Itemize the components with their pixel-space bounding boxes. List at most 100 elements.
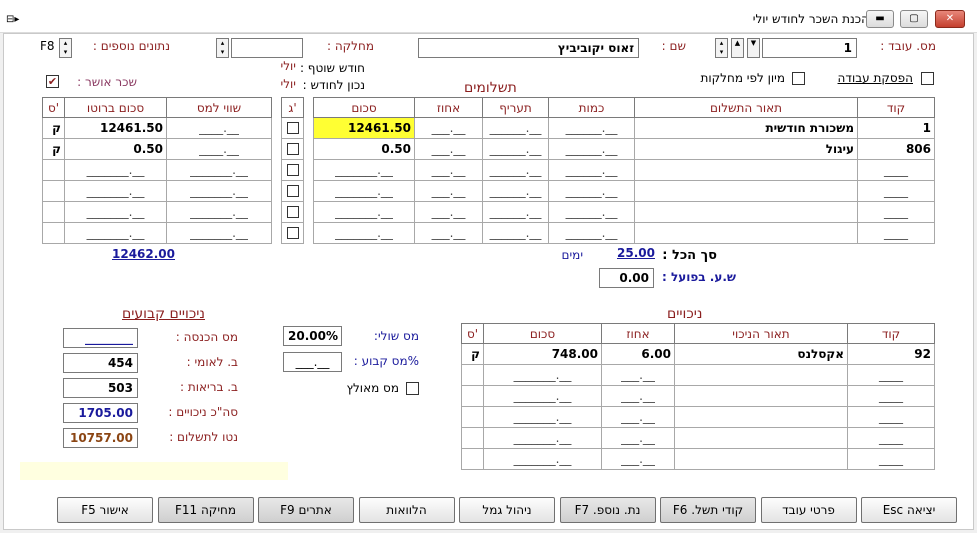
table-row[interactable]: _______.__ ___.__ ____ [461,427,935,449]
table-row[interactable]: _______.__ ___.__ ______.__ ______.__ ____ [313,159,935,181]
forced-tax-checkbox[interactable] [406,382,419,395]
table-row[interactable]: _______.__ ___.__ ____ [461,364,935,386]
s-cell[interactable] [461,427,484,449]
code-cell[interactable]: 806 [857,138,935,160]
pension-management-button[interactable]: ניהול גמל [459,497,555,523]
exit-button[interactable]: יציאה Esc [861,497,957,523]
extra-data-button[interactable]: נת. נוספ. F7 [559,497,656,523]
pct-cell[interactable]: ___.__ [414,117,483,139]
desc-cell[interactable] [674,427,848,449]
table-row[interactable]: _______.__ ___.__ ____ [461,406,935,428]
employee-no-input[interactable]: 1 [762,38,857,58]
marginal-tax-input[interactable]: 20.00% [283,326,342,346]
approved-wage-checkbox[interactable]: ✔ [46,75,59,88]
employee-spin-icon[interactable]: ▴ ▾ [715,38,728,58]
gross-cell[interactable]: 12461.50 [64,117,167,139]
desc-cell[interactable] [674,406,848,428]
qty-cell[interactable]: ______.__ [548,159,635,181]
tax-value-cell[interactable]: _______.__ [166,180,272,202]
table-row[interactable]: _______.__ ___.__ ____ [461,448,935,470]
code-cell[interactable]: 92 [847,343,935,365]
employee-up-icon[interactable]: ▲ [731,38,744,58]
desc-cell[interactable] [634,159,858,181]
rate-cell[interactable]: ______.__ [482,201,549,223]
gross-cell[interactable]: _______.__ [64,159,167,181]
tax-value-cell[interactable]: _______.__ [166,201,272,223]
pct-cell[interactable]: ___.__ [601,385,675,407]
code-cell[interactable]: 1 [857,117,935,139]
pct-cell[interactable]: ___.__ [601,427,675,449]
gross-cell[interactable]: 0.50 [64,138,167,160]
s-cell[interactable] [42,180,65,202]
g-checkbox[interactable] [286,206,299,218]
qty-cell[interactable]: ______.__ [548,117,635,139]
rate-cell[interactable]: ______.__ [482,117,549,139]
amount-cell[interactable]: 0.50 [313,138,415,160]
pct-cell[interactable]: 6.00 [601,343,675,365]
maximize-icon[interactable]: ▢ [900,10,928,28]
rate-cell[interactable]: ______.__ [482,180,549,202]
employee-details-button[interactable]: פרטי עובד [760,497,857,523]
sort-by-dept-checkbox[interactable] [792,72,805,85]
g-checkbox[interactable] [286,185,299,197]
s-cell[interactable] [461,364,484,386]
tax-value-cell[interactable]: _______.__ [166,222,272,244]
rate-cell[interactable]: ______.__ [482,159,549,181]
table-row[interactable]: _______.__ _______.__ [42,180,272,202]
amount-cell[interactable]: _______.__ [313,201,415,223]
table-row[interactable]: 12461.50 ___.__ ______.__ ______.__ משכורת ח… [313,117,935,139]
gross-cell[interactable]: _______.__ [64,180,167,202]
s-cell[interactable]: ק [42,117,65,139]
s-cell[interactable] [42,201,65,223]
desc-cell[interactable]: אקסלנס [674,343,848,365]
table-row[interactable]: _______.__ ___.__ ______.__ ______.__ ____ [313,201,935,223]
desc-cell[interactable] [674,364,848,386]
s-cell[interactable] [42,159,65,181]
amount-cell[interactable]: 12461.50 [313,117,415,139]
qty-cell[interactable]: ______.__ [548,138,635,160]
desc-cell[interactable]: משכורת חודשית [634,117,858,139]
code-cell[interactable]: ____ [847,385,935,407]
amount-cell[interactable]: _______.__ [313,159,415,181]
s-cell[interactable] [42,222,65,244]
code-cell[interactable]: ____ [847,364,935,386]
qty-cell[interactable]: ______.__ [548,201,635,223]
rate-cell[interactable]: ______.__ [482,222,549,244]
delete-button[interactable]: מחיקה F11 [157,497,254,523]
pct-cell[interactable]: ___.__ [601,364,675,386]
pct-cell[interactable]: ___.__ [601,406,675,428]
table-row[interactable]: _______.__ _______.__ [42,201,272,223]
loans-button[interactable]: הלוואות [358,497,455,523]
amount-cell[interactable]: _______.__ [313,180,415,202]
code-cell[interactable]: ____ [847,427,935,449]
department-input[interactable] [231,38,303,58]
department-spin-icon[interactable]: ▴ ▾ [216,38,229,58]
pct-cell[interactable]: ___.__ [414,138,483,160]
qty-cell[interactable]: ______.__ [548,180,635,202]
g-checkbox[interactable] [286,164,299,176]
code-cell[interactable]: ____ [857,222,935,244]
code-cell[interactable]: ____ [857,201,935,223]
desc-cell[interactable] [674,448,848,470]
table-row[interactable]: 0.50 ___.__ ______.__ ______.__ עיגול 806 [313,138,935,160]
close-icon[interactable]: ✕ [935,10,965,28]
amount-cell[interactable]: _______.__ [483,364,602,386]
table-row[interactable]: _______.__ _______.__ [42,159,272,181]
actual-hours-input[interactable]: 0.00 [599,268,654,288]
table-row[interactable]: _______.__ ___.__ ______.__ ______.__ ____ [313,180,935,202]
s-cell[interactable]: ק [42,138,65,160]
desc-cell[interactable] [634,222,858,244]
desc-cell[interactable]: עיגול [634,138,858,160]
table-row[interactable]: ק 0.50 ____.__ [42,138,272,160]
pct-cell[interactable]: ___.__ [414,201,483,223]
amount-cell[interactable]: _______.__ [313,222,415,244]
desc-cell[interactable] [674,385,848,407]
rate-cell[interactable]: ______.__ [482,138,549,160]
table-row[interactable]: _______.__ ___.__ ____ [461,385,935,407]
g-checkbox[interactable] [286,227,299,239]
employee-name-field[interactable]: זאוס יקוביביץ [418,38,639,58]
pct-cell[interactable]: ___.__ [414,222,483,244]
extra-data-spin-icon[interactable]: ▴ ▾ [59,38,72,58]
desc-cell[interactable] [634,201,858,223]
tax-value-cell[interactable]: ____.__ [166,138,272,160]
